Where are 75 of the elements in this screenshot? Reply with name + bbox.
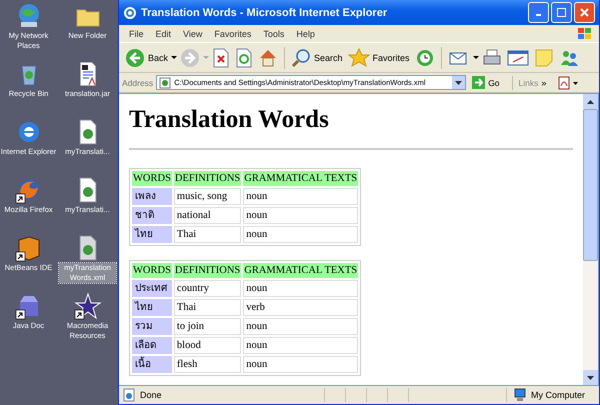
thai-word-cell: ไทย (132, 226, 172, 243)
thai-word-cell: ประเทศ (132, 280, 172, 297)
table-cell: noun (243, 207, 358, 224)
table-cell: noun (243, 356, 358, 373)
window-title: Translation Words - Microsoft Internet Explorer (141, 6, 388, 18)
column-header: GRAMMATICAL TEXTS (243, 263, 358, 278)
star-icon (348, 48, 370, 68)
back-button[interactable]: Back (123, 48, 170, 68)
up-arrow-icon[interactable] (587, 100, 594, 104)
column-header: WORDS (132, 171, 172, 186)
table-cell: country (174, 280, 242, 297)
column-header: DEFINITIONS (174, 171, 242, 186)
thai-word-cell: ไทย (132, 299, 172, 316)
close-icon (580, 8, 589, 17)
table-cell: Thai (174, 299, 242, 316)
status-text: Done (140, 390, 163, 400)
history-clock-icon[interactable] (414, 48, 435, 68)
table-cell: noun (243, 188, 358, 205)
go-arrow-icon (472, 76, 486, 89)
refresh-icon[interactable] (235, 48, 254, 68)
printer-icon[interactable] (482, 48, 502, 68)
vertical-scrollbar[interactable] (583, 94, 598, 385)
column-header: WORDS (132, 263, 172, 278)
table-cell: noun (243, 337, 358, 354)
table-cell: verb (243, 299, 358, 316)
maximize-icon (557, 8, 566, 17)
stop-icon[interactable] (212, 48, 230, 68)
menu-item[interactable]: Tools (257, 28, 290, 38)
page-icon (122, 388, 136, 402)
dropdown-button[interactable] (452, 76, 466, 89)
thai-word-cell: เลือด (132, 337, 172, 354)
table-cell: to join (174, 318, 242, 335)
table-cell: national (174, 207, 242, 224)
more-links-chevron[interactable]: » (541, 78, 546, 88)
dropdown-arrow-icon[interactable] (171, 56, 178, 60)
menu-item[interactable]: Edit (150, 28, 178, 38)
windows-flag-icon (577, 26, 593, 40)
table-cell: blood (174, 337, 242, 354)
edit-page-icon[interactable] (506, 48, 529, 68)
home-icon[interactable] (258, 48, 278, 68)
dropdown-arrow-icon[interactable] (472, 56, 479, 60)
page-icon (159, 76, 172, 88)
browser-e-icon (123, 6, 137, 20)
document-icon[interactable] (557, 76, 580, 90)
page-heading: Translation Words (129, 106, 330, 134)
maximize-button[interactable] (551, 2, 572, 23)
computer-icon (512, 388, 527, 402)
search-button[interactable]: Search (289, 48, 345, 68)
table-cell: noun (243, 280, 358, 297)
menu-item[interactable]: Help (290, 28, 321, 38)
table-cell: noun (243, 318, 358, 335)
menu-item[interactable]: Favorites (208, 28, 258, 38)
menu-item[interactable]: File (123, 28, 150, 38)
address-label: Address (122, 78, 154, 88)
minimize-button[interactable] (528, 2, 549, 23)
table-cell: Thai (174, 226, 242, 243)
close-button[interactable] (574, 2, 595, 23)
thai-word-cell: เนื้อ (132, 356, 172, 373)
menu-item[interactable]: View (177, 28, 208, 38)
favorites-button[interactable]: Favorites (346, 48, 412, 68)
column-header: GRAMMATICAL TEXTS (243, 171, 358, 186)
search-icon (291, 48, 312, 68)
thai-word-cell: ชาติ (132, 207, 172, 224)
go-button[interactable]: Go (469, 76, 506, 89)
dropdown-arrow-icon (455, 80, 462, 84)
table-cell: flesh (174, 356, 242, 373)
star-icon[interactable] (74, 292, 102, 320)
down-arrow-icon[interactable] (587, 376, 594, 380)
thai-word-cell: รวม (132, 318, 172, 335)
thai-word-cell: เพลง (132, 188, 172, 205)
zone-label: My Computer (530, 390, 585, 400)
cube-icon[interactable] (14, 234, 42, 262)
table-cell: music, song (174, 188, 242, 205)
table-cell: noun (243, 226, 358, 243)
column-header: DEFINITIONS (174, 263, 242, 278)
